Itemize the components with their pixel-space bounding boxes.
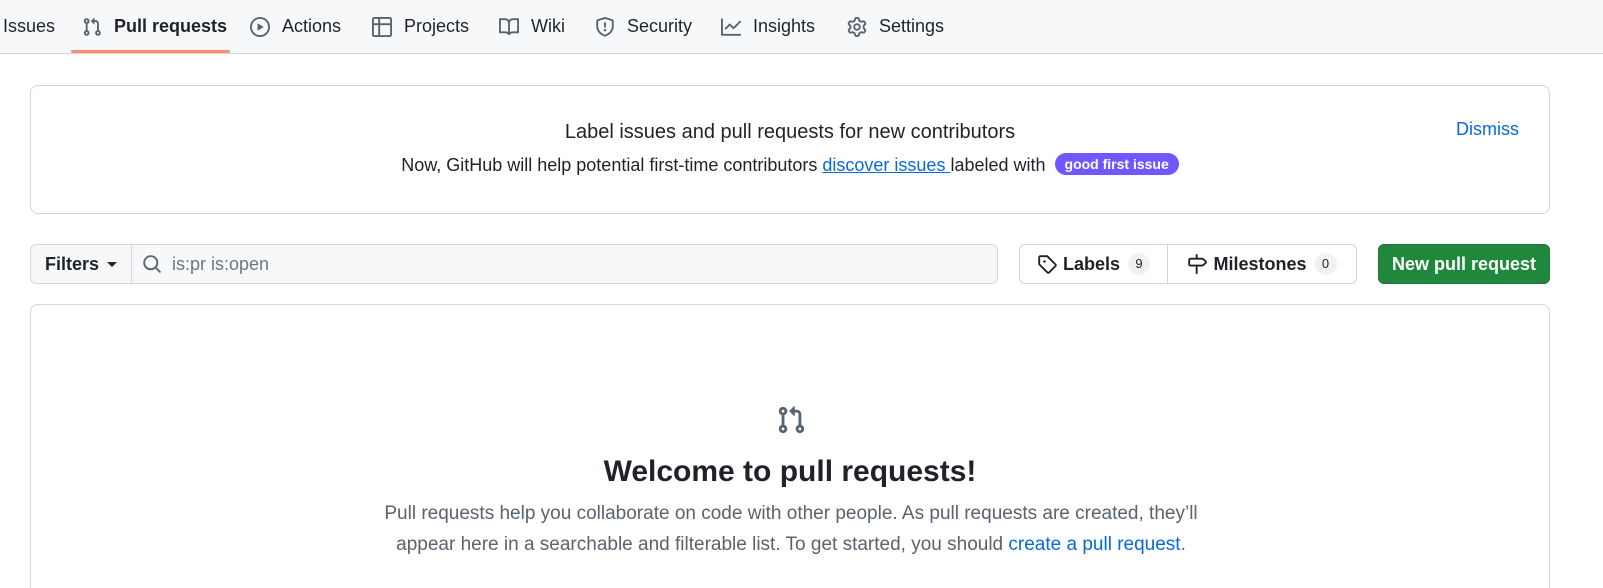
git-pull-request-icon [776,405,806,435]
tab-wiki[interactable]: Wiki [499,0,565,53]
discover-issues-link[interactable]: discover issues [822,155,950,175]
tab-wiki-label: Wiki [531,16,565,36]
banner-text: Now, GitHub will help potential first-ti… [31,153,1549,176]
banner-text-after: labeled with [950,155,1046,175]
milestone-icon [1188,254,1208,274]
good-first-issue-label: good first issue [1054,153,1179,175]
milestones-button-label: Milestones [1213,253,1307,274]
tab-pull-requests-label: Pull requests [114,16,228,36]
filters-button-label: Filters [44,253,100,274]
tab-issues-label: Issues [3,16,56,36]
tab-projects[interactable]: Projects [372,0,469,53]
tab-projects-label: Projects [404,16,470,36]
tab-settings-label: Settings [879,16,945,36]
banner-text-before: Now, GitHub will help potential first-ti… [401,155,823,175]
play-icon [250,16,270,37]
graph-icon [721,17,741,37]
gear-icon [847,16,867,37]
caret-down-icon [107,261,118,267]
book-icon [499,17,519,37]
blankslate-period: . [1180,534,1186,555]
tab-settings[interactable]: Settings [847,0,944,53]
search-icon [143,255,161,273]
selected-tab-underline [71,50,230,53]
new-pull-request-button[interactable]: New pull request [1378,244,1550,284]
blankslate-title: Welcome to pull requests! [603,455,977,488]
tab-insights[interactable]: Insights [721,0,815,53]
blankslate-text: Pull requests help you collaborate on co… [371,498,1211,560]
tab-actions-label: Actions [282,16,342,36]
banner-title: Label issues and pull requests for new c… [564,121,1016,143]
milestones-count: 0 [1314,253,1337,275]
shield-icon [595,16,615,37]
labels-milestones-group: Labels 9 Milestones 0 [1019,244,1357,284]
tab-actions[interactable]: Actions [250,0,341,53]
labels-count: 9 [1128,253,1151,275]
dismiss-button[interactable]: Dismiss [1456,119,1519,140]
tab-issues[interactable]: Issues [3,0,55,53]
tab-security[interactable]: Security [595,0,692,53]
git-pull-request-icon [82,17,102,37]
tag-icon [1038,255,1057,274]
labels-button-label: Labels [1062,253,1121,274]
tab-security-label: Security [627,16,693,36]
labels-button[interactable]: Labels 9 [1020,245,1168,283]
repo-nav: Issues Pull requests Actions Projects Wi… [0,0,1603,54]
filter-bar: Filters [30,244,998,284]
filters-button[interactable]: Filters [31,245,132,283]
tab-insights-label: Insights [753,16,816,36]
tab-pull-requests[interactable]: Pull requests [82,0,227,53]
milestones-button[interactable]: Milestones 0 [1168,245,1356,283]
pull-requests-blankslate: Welcome to pull requests! Pull requests … [30,304,1550,588]
create-pull-request-link[interactable]: create a pull request [1008,534,1180,555]
search-field [132,245,997,283]
search-input[interactable] [132,245,997,283]
table-icon [372,16,392,37]
new-contributors-banner: Label issues and pull requests for new c… [30,85,1550,214]
